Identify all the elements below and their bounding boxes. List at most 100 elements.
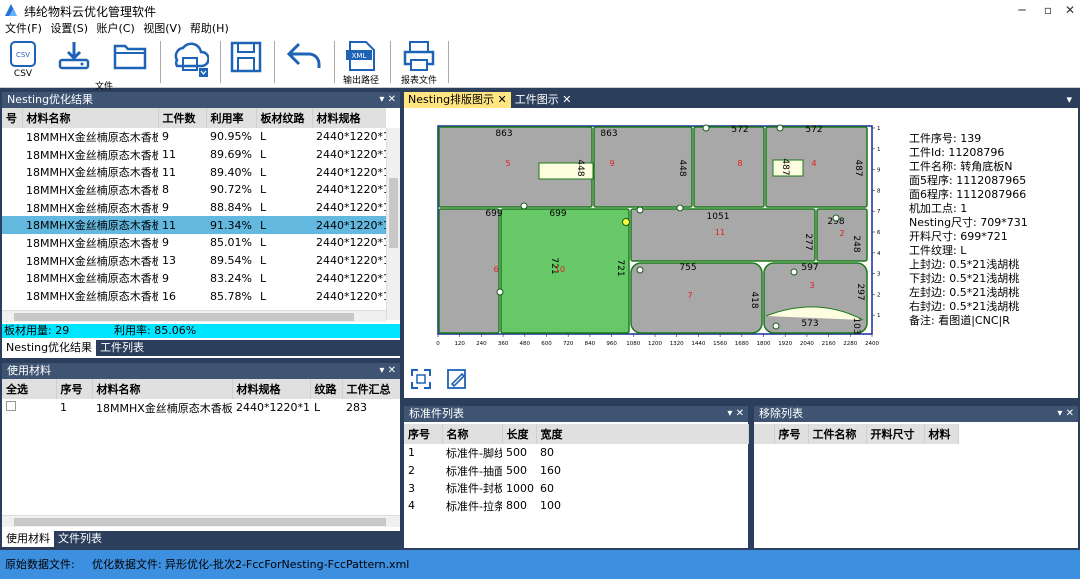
cell-name: 18MMHX金丝楠原态木香板 bbox=[26, 148, 158, 162]
select-checkbox-cell[interactable] bbox=[2, 399, 56, 417]
menu-account[interactable]: 账户(C) bbox=[97, 21, 135, 37]
cell-rate: 85.78% bbox=[210, 289, 252, 303]
table-row[interactable]: 2 标准件-抽面 500 160 bbox=[404, 462, 748, 480]
panel-pin-close[interactable]: ▾ ✕ bbox=[379, 363, 396, 379]
cell-count: 8 bbox=[162, 183, 169, 197]
y-tick-label: 1080 bbox=[877, 147, 880, 153]
part-id-label: 6 bbox=[493, 265, 498, 274]
row-number-cell bbox=[2, 287, 22, 305]
open-folder-button[interactable] bbox=[110, 40, 150, 88]
table-row[interactable]: 18MMHX金丝楠原态木香板 13 89.54% L 2440*1220*18 bbox=[2, 252, 386, 270]
table-row[interactable]: 18MMHX金丝楠原态木香板 9 85.01% L 2440*1220*18 bbox=[2, 234, 386, 252]
doc-tab-menu[interactable]: ▾ bbox=[1062, 92, 1076, 108]
cell-spec: 2440*1220*18 bbox=[316, 289, 386, 303]
cloud-button[interactable] bbox=[166, 40, 212, 88]
menu-help[interactable]: 帮助(H) bbox=[190, 21, 229, 37]
x-tick-label: 2280 bbox=[843, 341, 857, 347]
menu-view[interactable]: 视图(V) bbox=[143, 21, 181, 37]
cell-grain: L bbox=[260, 165, 267, 179]
machining-point[interactable] bbox=[636, 266, 644, 274]
machining-point[interactable] bbox=[520, 202, 528, 210]
row-number-cell bbox=[2, 216, 22, 235]
machining-point[interactable] bbox=[702, 124, 710, 132]
standard-parts-panel: 标准件列表 ▾ ✕ 序号 名称 长度 宽度 1 标准件-脚线 500 80 2 标准件-抽面 500… bbox=[404, 406, 749, 548]
toolbar: CSV CSV 文件 XML 输出路径 报表文件 bbox=[0, 37, 1080, 92]
table-row[interactable]: 18MMHX金丝楠原态木香板 9 83.24% L 2440*1220*18 bbox=[2, 270, 386, 288]
edit-part-button[interactable] bbox=[446, 368, 468, 390]
machining-point-selected[interactable] bbox=[622, 218, 630, 226]
toolbar-separator bbox=[334, 41, 335, 83]
machining-point[interactable] bbox=[790, 268, 798, 276]
cell-spec: 2440*1220*18 bbox=[312, 216, 386, 235]
app-logo-icon bbox=[5, 4, 17, 16]
scroll-thumb[interactable] bbox=[389, 178, 398, 248]
undo-button[interactable] bbox=[280, 40, 328, 88]
tab-nesting-diagram[interactable]: Nesting排版图示 ✕ bbox=[404, 92, 511, 108]
table-row[interactable]: 1 标准件-脚线 500 80 bbox=[404, 444, 748, 462]
cell-spec: 2440*1220*18 bbox=[316, 201, 386, 215]
table-row[interactable]: 18MMHX金丝楠原态木香板 16 85.78% L 2440*1220*18 bbox=[2, 287, 386, 305]
table-row[interactable]: 18MMHX金丝楠原态木香板1191.34%L2440*1220*18 bbox=[2, 216, 386, 235]
printer-icon bbox=[403, 41, 435, 71]
checkbox[interactable] bbox=[6, 401, 16, 412]
minimize-button[interactable]: ─ bbox=[1008, 0, 1036, 21]
table-row[interactable]: 1 18MMHX金丝楠原态木香板 2440*1220*18 L 283 bbox=[2, 399, 400, 417]
close-button[interactable]: ✕ bbox=[1056, 0, 1080, 21]
panel-pin-close[interactable]: ▾ ✕ bbox=[379, 92, 396, 108]
table-row[interactable]: 18MMHX金丝楠原态木香板 11 89.69% L 2440*1220*18 bbox=[2, 146, 386, 164]
toolbar-separator bbox=[448, 41, 449, 83]
remove-list-table: 序号 工件名称 开料尺寸 材料 bbox=[754, 424, 959, 444]
part-info-line: 工件名称: 转角底板N bbox=[909, 160, 1013, 173]
x-tick-label: 960 bbox=[606, 341, 617, 347]
table-row[interactable]: 18MMHX金丝楠原态木香板 11 89.40% L 2440*1220*18 bbox=[2, 163, 386, 181]
table-row[interactable]: 18MMHX金丝楠原态木香板 8 90.72% L 2440*1220*18 bbox=[2, 181, 386, 199]
tab-used-materials[interactable]: 使用材料 bbox=[2, 531, 54, 547]
fit-view-button[interactable] bbox=[410, 368, 432, 390]
machining-point[interactable] bbox=[636, 206, 644, 214]
svg-text:XML: XML bbox=[352, 52, 367, 60]
menu-settings[interactable]: 设置(S) bbox=[50, 21, 88, 37]
panel-pin-close[interactable]: ▾ ✕ bbox=[727, 406, 744, 422]
nested-part[interactable] bbox=[693, 126, 765, 208]
cell-wid: 100 bbox=[540, 499, 561, 513]
output-path-button[interactable]: XML 输出路径 bbox=[338, 40, 384, 88]
machining-point[interactable] bbox=[496, 288, 504, 296]
table-row[interactable]: 3 标准件-封板 1000 60 bbox=[404, 479, 748, 497]
panel-pin-close[interactable]: ▾ ✕ bbox=[1057, 406, 1074, 422]
csv-button[interactable]: CSV CSV bbox=[6, 40, 40, 88]
tab-part-diagram[interactable]: 工件图示 ✕ bbox=[511, 92, 576, 108]
save-button[interactable] bbox=[226, 40, 266, 88]
nesting-layout-diagram[interactable]: 863 863 572 572448 448 487 487699 699 1051277298… bbox=[434, 120, 880, 360]
machining-point[interactable] bbox=[832, 214, 840, 222]
cell-spec: 2440*1220*18 bbox=[316, 236, 386, 250]
machining-point[interactable] bbox=[772, 322, 780, 330]
nested-part[interactable] bbox=[438, 208, 500, 334]
tab-part-list[interactable]: 工件列表 bbox=[96, 340, 148, 356]
table-row[interactable]: 18MMHX金丝楠原态木香板 9 90.95% L 2440*1220*18 bbox=[2, 128, 386, 146]
menu-bar: 文件(F) 设置(S) 账户(C) 视图(V) 帮助(H) bbox=[0, 21, 1080, 37]
cloud-icon bbox=[174, 42, 209, 77]
table-row[interactable]: 4 标准件-拉条 800 100 bbox=[404, 497, 748, 515]
scroll-thumb[interactable] bbox=[14, 518, 386, 526]
report-file-button[interactable]: 报表文件 bbox=[396, 40, 442, 88]
table-row[interactable]: 18MMHX金丝楠原态木香板 9 88.84% L 2440*1220*18 bbox=[2, 199, 386, 217]
tab-file-list[interactable]: 文件列表 bbox=[54, 531, 106, 547]
edit-pencil-icon bbox=[447, 369, 466, 389]
nesting-horizontal-scrollbar[interactable] bbox=[2, 310, 386, 322]
app-window: 纬纶物料云优化管理软件 ─ ▫ ✕ 文件(F) 设置(S) 账户(C) 视图(V… bbox=[0, 0, 1080, 579]
scroll-thumb[interactable] bbox=[14, 313, 354, 321]
dimension-label: 448 bbox=[575, 159, 585, 176]
machining-point[interactable] bbox=[776, 124, 784, 132]
cell-name: 18MMHX金丝楠原态木香板 bbox=[22, 216, 158, 235]
menu-file[interactable]: 文件(F) bbox=[5, 21, 42, 37]
materials-horizontal-scrollbar[interactable] bbox=[2, 515, 400, 527]
nested-part[interactable] bbox=[630, 262, 763, 334]
cell-spec: 2440*1220*18 bbox=[316, 130, 386, 144]
nesting-vertical-scrollbar[interactable] bbox=[386, 128, 400, 320]
cell-rate: 85.01% bbox=[210, 236, 252, 250]
machining-point[interactable] bbox=[676, 204, 684, 212]
y-tick-label: 240 bbox=[877, 292, 880, 298]
tab-nesting-results[interactable]: Nesting优化结果 bbox=[2, 340, 97, 356]
toolbar-separator bbox=[220, 41, 221, 83]
dimension-label: 418 bbox=[749, 291, 759, 308]
